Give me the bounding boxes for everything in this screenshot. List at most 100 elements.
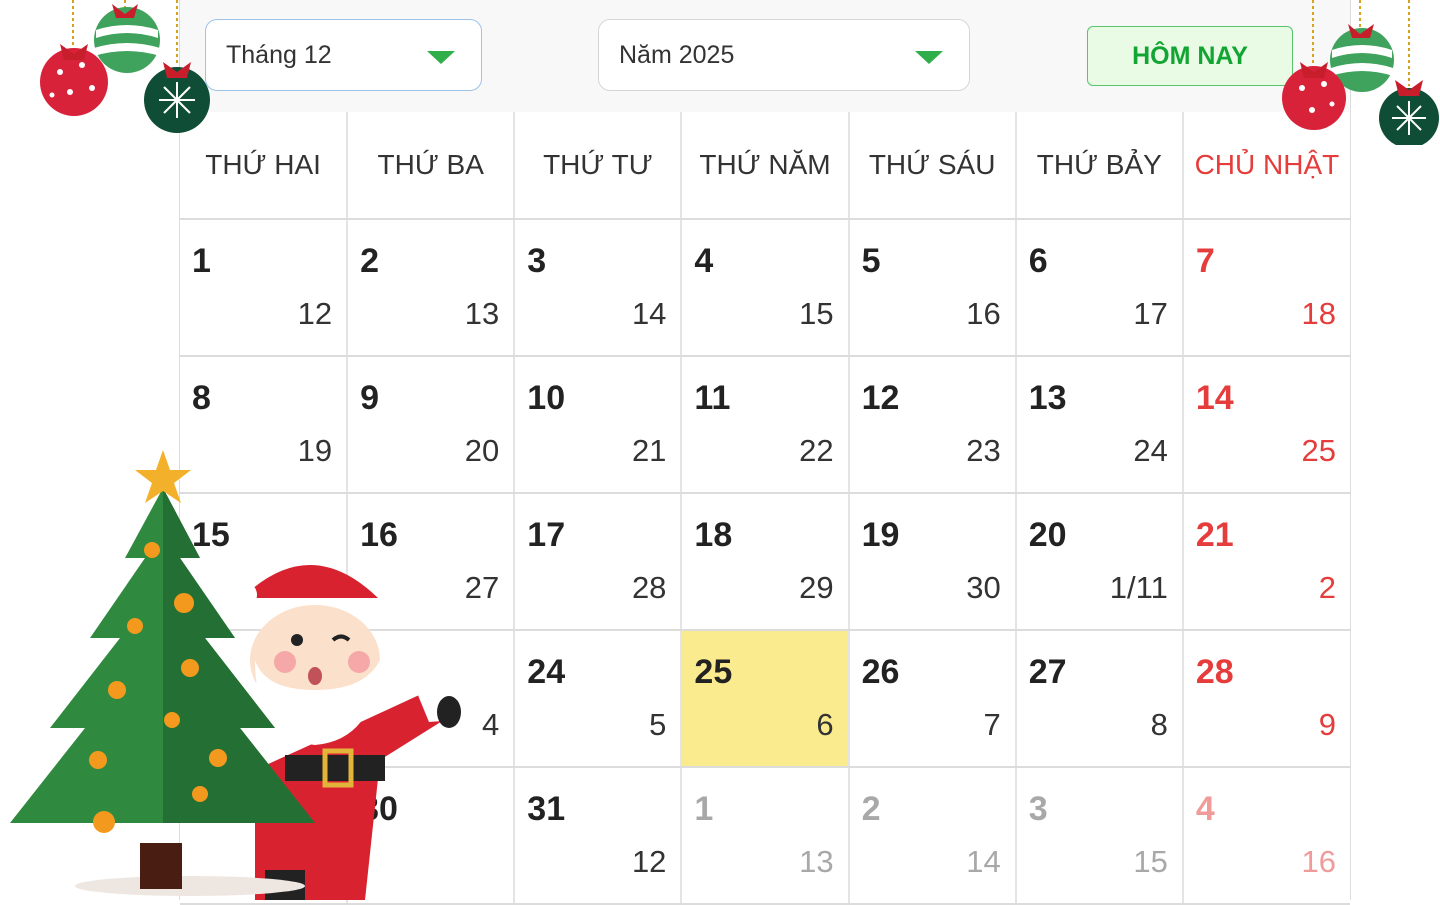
- month-select[interactable]: Tháng 12: [205, 19, 482, 91]
- calendar-day-cell[interactable]: 31 12: [514, 767, 683, 905]
- calendar-day-cell[interactable]: 9 20: [347, 356, 516, 494]
- lunar-date: 1/11: [1109, 570, 1168, 605]
- lunar-date: 13: [799, 844, 834, 879]
- today-button[interactable]: HÔM NAY: [1087, 26, 1293, 86]
- lunar-date: 30: [966, 570, 1001, 605]
- calendar-day-cell[interactable]: 19 30: [848, 493, 1017, 631]
- solar-date: 17: [527, 516, 566, 554]
- christmas-ornament-icon: [1282, 0, 1439, 145]
- solar-date: 12: [861, 379, 900, 417]
- calendar-day-cell[interactable]: 21 2: [1182, 493, 1350, 631]
- calendar-day-cell[interactable]: 11 22: [681, 356, 850, 494]
- solar-date: 4: [694, 242, 714, 280]
- solar-date: 18: [694, 516, 733, 554]
- lunar-date: 9: [1318, 707, 1336, 742]
- weekday-header: THỨ TƯ: [514, 112, 683, 220]
- calendar-day-cell[interactable]: 4 15: [681, 219, 850, 357]
- lunar-date: 5: [649, 707, 667, 742]
- calendar-day-cell[interactable]: 3 15: [1015, 767, 1184, 905]
- calendar-day-cell[interactable]: 17 28: [514, 493, 683, 631]
- weekday-header: THỨ BẢY: [1015, 112, 1184, 220]
- solar-date: 3: [1028, 790, 1048, 828]
- solar-date: 27: [1028, 653, 1067, 691]
- calendar-day-cell[interactable]: 1 13: [681, 767, 850, 905]
- calendar-day-cell[interactable]: 14 25: [1182, 356, 1350, 494]
- lunar-date: 16: [966, 296, 1001, 331]
- lunar-date: 27: [464, 570, 500, 605]
- lunar-date: 14: [631, 296, 667, 331]
- solar-date: 14: [1195, 379, 1234, 417]
- calendar-day-cell[interactable]: 3 14: [514, 219, 683, 357]
- lunar-date: 6: [816, 707, 834, 742]
- calendar-toolbar: Tháng 12 Năm 2025 HÔM NAY: [180, 0, 1350, 112]
- calendar-week-row: 1 12 2 13 3 14 4 15 5 16 6 17 7 18: [180, 219, 1350, 357]
- solar-date: 1: [694, 790, 714, 828]
- month-select-value: Tháng 12: [226, 40, 332, 69]
- calendar-day-cell[interactable]: 1 12: [180, 219, 349, 357]
- calendar-day-cell[interactable]: 24 5: [514, 630, 683, 768]
- solar-date: 5: [861, 242, 881, 280]
- calendar-day-cell[interactable]: 4 16: [1182, 767, 1350, 905]
- solar-date: 24: [527, 653, 566, 691]
- solar-date: 9: [360, 379, 380, 417]
- solar-date: 6: [1028, 242, 1048, 280]
- lunar-date: 12: [297, 296, 333, 331]
- lunar-date: 22: [799, 433, 834, 468]
- calendar-day-cell[interactable]: 12 23: [848, 356, 1017, 494]
- solar-date: 20: [1028, 516, 1067, 554]
- solar-date: 19: [861, 516, 900, 554]
- solar-date: 31: [527, 790, 566, 828]
- lunar-date: 4: [482, 707, 500, 742]
- solar-date: 3: [527, 242, 547, 280]
- chevron-down-icon: [427, 51, 455, 64]
- year-select[interactable]: Năm 2025: [598, 19, 970, 91]
- calendar-day-cell[interactable]: 18 29: [681, 493, 850, 631]
- solar-date: 28: [1195, 653, 1234, 691]
- calendar-day-cell[interactable]: 10 21: [514, 356, 683, 494]
- calendar-day-cell[interactable]: 20 1/11: [1015, 493, 1184, 631]
- calendar-day-cell-today[interactable]: 25 6: [681, 630, 850, 768]
- lunar-date: 7: [983, 707, 1001, 742]
- lunar-date: 18: [1301, 296, 1336, 331]
- weekday-header-row: THỨ HAI THỨ BA THỨ TƯ THỨ NĂM THỨ SÁU TH…: [180, 112, 1350, 220]
- christmas-ornament-icon: [40, 0, 210, 133]
- lunar-date: 14: [966, 844, 1001, 879]
- solar-date: 10: [527, 379, 566, 417]
- lunar-date: 29: [799, 570, 834, 605]
- solar-date: 21: [1195, 516, 1234, 554]
- lunar-date: 25: [1301, 433, 1336, 468]
- solar-date: 2: [360, 242, 380, 280]
- chevron-down-icon: [915, 51, 943, 64]
- solar-date: 4: [1195, 790, 1215, 828]
- calendar-day-cell[interactable]: 28 9: [1182, 630, 1350, 768]
- solar-date: 13: [1028, 379, 1067, 417]
- lunar-date: 17: [1133, 296, 1168, 331]
- lunar-date: 2: [1318, 570, 1336, 605]
- calendar-week-row: 8 19 9 20 10 21 11 22 12 23 13 24 14 25: [180, 356, 1350, 494]
- lunar-date: 24: [1133, 433, 1168, 468]
- lunar-date: 8: [1150, 707, 1168, 742]
- calendar-day-cell[interactable]: 6 17: [1015, 219, 1184, 357]
- lunar-date: 16: [1301, 844, 1336, 879]
- calendar-day-cell[interactable]: 26 7: [848, 630, 1017, 768]
- lunar-date: 15: [799, 296, 834, 331]
- lunar-date: 20: [464, 433, 500, 468]
- lunar-date: 21: [631, 433, 667, 468]
- year-select-value: Năm 2025: [619, 40, 735, 69]
- solar-date: 11: [694, 379, 731, 417]
- weekday-header: THỨ NĂM: [681, 112, 850, 220]
- calendar-day-cell[interactable]: 5 16: [848, 219, 1017, 357]
- solar-date: 1: [192, 242, 211, 280]
- solar-date: 8: [192, 379, 211, 417]
- solar-date: 25: [694, 653, 733, 691]
- lunar-date: 12: [631, 844, 667, 879]
- calendar-day-cell[interactable]: 2 14: [848, 767, 1017, 905]
- calendar-day-cell[interactable]: 2 13: [347, 219, 516, 357]
- weekday-header: THỨ BA: [347, 112, 516, 220]
- calendar-day-cell[interactable]: 7 18: [1182, 219, 1350, 357]
- calendar-day-cell[interactable]: 27 8: [1015, 630, 1184, 768]
- weekday-header: THỨ SÁU: [848, 112, 1017, 220]
- lunar-date: 28: [631, 570, 667, 605]
- lunar-date: 13: [464, 296, 500, 331]
- calendar-day-cell[interactable]: 13 24: [1015, 356, 1184, 494]
